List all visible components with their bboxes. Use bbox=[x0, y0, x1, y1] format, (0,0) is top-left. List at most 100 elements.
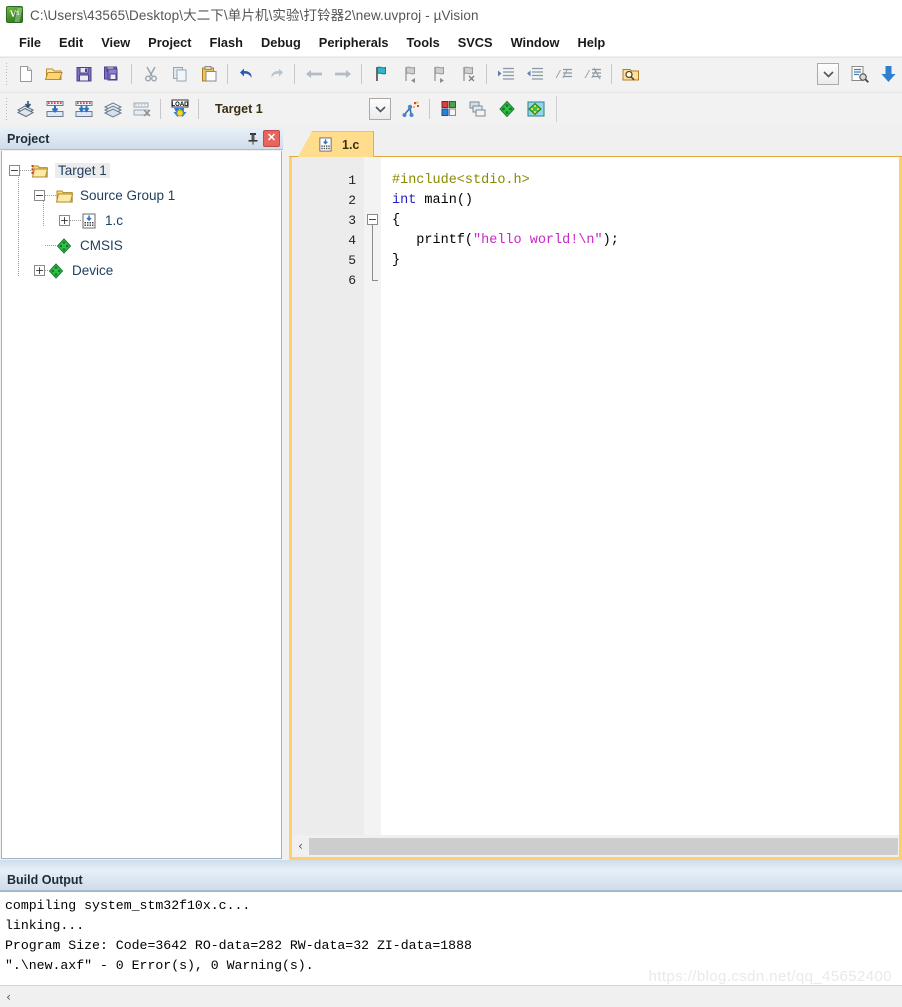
paste-icon[interactable] bbox=[195, 61, 222, 87]
tree-expander[interactable]: + bbox=[59, 215, 70, 226]
find-icon[interactable] bbox=[617, 61, 644, 87]
window-title: C:\Users\43565\Desktop\大二下\单片机\实验\打铃器2\n… bbox=[30, 8, 479, 23]
scroll-left-icon[interactable]: ‹ bbox=[0, 987, 17, 1007]
code-token-plain: main() bbox=[416, 192, 474, 208]
scroll-left-icon[interactable]: ‹ bbox=[292, 836, 309, 856]
build-output-line: Program Size: Code=3642 RO-data=282 RW-d… bbox=[5, 938, 472, 953]
editor-tab-1-c[interactable]: 1.c bbox=[298, 131, 375, 157]
comment-icon[interactable]: // bbox=[550, 61, 577, 87]
code-token-keyword: int bbox=[392, 192, 417, 208]
tree-node-label: Device bbox=[72, 263, 114, 278]
line-number: 1 bbox=[348, 172, 356, 188]
outdent-icon[interactable] bbox=[521, 61, 548, 87]
menu-window[interactable]: Window bbox=[502, 32, 569, 53]
batch-build-icon[interactable] bbox=[99, 96, 126, 122]
build-icon[interactable] bbox=[41, 96, 68, 122]
undo-icon[interactable] bbox=[233, 61, 260, 87]
toolbar-grip[interactable] bbox=[3, 97, 9, 120]
manage-project-items-icon[interactable] bbox=[435, 96, 462, 122]
open-file-icon[interactable] bbox=[41, 61, 68, 87]
cut-icon[interactable] bbox=[137, 61, 164, 87]
pin-icon[interactable] bbox=[244, 130, 261, 147]
menu-edit[interactable]: Edit bbox=[50, 32, 92, 53]
code-line: 1 #include<stdio.h> bbox=[292, 170, 899, 190]
tree-expander[interactable]: + bbox=[34, 265, 45, 276]
target-select-chevron-down-icon[interactable] bbox=[369, 97, 391, 120]
code-token-plain: { bbox=[392, 212, 401, 228]
previous-bookmark-icon[interactable] bbox=[396, 61, 423, 87]
tree-expander[interactable]: − bbox=[34, 190, 45, 201]
tree-node-source-group-1[interactable]: − Source Group 1 bbox=[2, 183, 281, 208]
svg-text:LOAD: LOAD bbox=[171, 102, 189, 108]
horizontal-splitter[interactable] bbox=[0, 860, 902, 870]
tree-node-label: 1.c bbox=[105, 213, 124, 228]
tree-connector-dots bbox=[45, 195, 56, 196]
manage-multi-project-icon[interactable] bbox=[464, 96, 491, 122]
project-panel-caption: Project ✕ bbox=[0, 128, 283, 150]
next-bookmark-icon[interactable] bbox=[425, 61, 452, 87]
code-text: #include<stdio.h> bbox=[381, 173, 899, 188]
menu-debug[interactable]: Debug bbox=[252, 32, 310, 53]
save-all-icon[interactable] bbox=[99, 61, 126, 87]
tree-node-cmsis[interactable]: CMSIS bbox=[2, 233, 281, 258]
menu-svcs[interactable]: SVCS bbox=[449, 32, 502, 53]
build-output-title: Build Output bbox=[0, 870, 902, 891]
find-scope-dropdown-icon[interactable] bbox=[817, 62, 839, 85]
toolbar-separator bbox=[131, 63, 132, 84]
tree-node-target-1[interactable]: − Target 1 bbox=[2, 158, 281, 183]
copy-icon[interactable] bbox=[166, 61, 193, 87]
clear-bookmarks-icon[interactable] bbox=[454, 61, 481, 87]
manage-run-time-env-icon[interactable] bbox=[522, 96, 549, 122]
download-blue-arrow-icon[interactable] bbox=[875, 61, 902, 87]
title-bar: V5 C:\Users\43565\Desktop\大二下\单片机\实验\打铃器… bbox=[0, 0, 902, 28]
build-output-horizontal-scrollbar[interactable]: ‹ bbox=[0, 985, 902, 1007]
uncomment-icon[interactable]: // bbox=[579, 61, 606, 87]
code-text: printf("hello world!\n"); bbox=[381, 233, 899, 248]
fold-cell bbox=[364, 190, 381, 210]
target-options-icon[interactable] bbox=[397, 96, 424, 122]
menu-tools[interactable]: Tools bbox=[398, 32, 449, 53]
new-file-icon[interactable] bbox=[12, 61, 39, 87]
fold-collapse-icon[interactable]: − bbox=[367, 214, 378, 225]
toolbar-separator bbox=[361, 63, 362, 84]
code-viewport[interactable]: 1 #include<stdio.h> 2 int main() 3 − {4… bbox=[292, 157, 899, 835]
indent-icon[interactable] bbox=[492, 61, 519, 87]
load-download-icon[interactable]: LOAD bbox=[166, 96, 193, 122]
close-icon[interactable]: ✕ bbox=[263, 130, 280, 147]
menu-flash[interactable]: Flash bbox=[201, 32, 252, 53]
editor-horizontal-scrollbar[interactable]: ‹ bbox=[292, 835, 899, 857]
menu-file[interactable]: File bbox=[10, 32, 50, 53]
insert-bookmark-icon[interactable] bbox=[367, 61, 394, 87]
menu-help[interactable]: Help bbox=[569, 32, 615, 53]
project-tree[interactable]: − Target 1 − Source Group 1 + 1.c CMSIS … bbox=[1, 151, 282, 859]
find-in-files-icon[interactable] bbox=[846, 61, 873, 87]
build-output-line: compiling system_stm32f10x.c... bbox=[5, 898, 251, 913]
file-toolbar: // // bbox=[0, 57, 902, 89]
save-icon[interactable] bbox=[70, 61, 97, 87]
navigate-forward-icon[interactable] bbox=[329, 61, 356, 87]
tree-expander[interactable]: − bbox=[9, 165, 20, 176]
navigate-back-icon[interactable] bbox=[300, 61, 327, 87]
stop-build-icon[interactable] bbox=[128, 96, 155, 122]
toolbar-grip[interactable] bbox=[3, 62, 9, 85]
scrollbar-thumb[interactable] bbox=[309, 837, 898, 855]
tree-node-device[interactable]: + Device bbox=[2, 258, 281, 283]
menu-view[interactable]: View bbox=[92, 32, 139, 53]
uvision-window: V5 C:\Users\43565\Desktop\大二下\单片机\实验\打铃器… bbox=[0, 0, 902, 1007]
menu-peripherals[interactable]: Peripherals bbox=[310, 32, 398, 53]
fold-cell bbox=[364, 230, 381, 250]
code-text: } bbox=[381, 253, 899, 268]
build-output-text[interactable]: compiling system_stm32f10x.c... linking.… bbox=[0, 891, 902, 985]
code-line: 2 int main() bbox=[292, 190, 899, 210]
rebuild-icon[interactable] bbox=[70, 96, 97, 122]
toolbar-separator bbox=[160, 98, 161, 119]
code-token-string: "hello world!\n" bbox=[473, 232, 603, 248]
tree-node-1-c[interactable]: + 1.c bbox=[2, 208, 281, 233]
editor-area: 1.c 1 #include<stdio.h> 2 int main() 3 −… bbox=[289, 128, 902, 860]
tree-node-label: Target 1 bbox=[55, 163, 110, 178]
pack-installer-icon[interactable] bbox=[493, 96, 520, 122]
translate-icon[interactable] bbox=[12, 96, 39, 122]
target-select[interactable]: Target 1 bbox=[207, 97, 365, 120]
redo-icon[interactable] bbox=[262, 61, 289, 87]
menu-project[interactable]: Project bbox=[139, 32, 200, 53]
